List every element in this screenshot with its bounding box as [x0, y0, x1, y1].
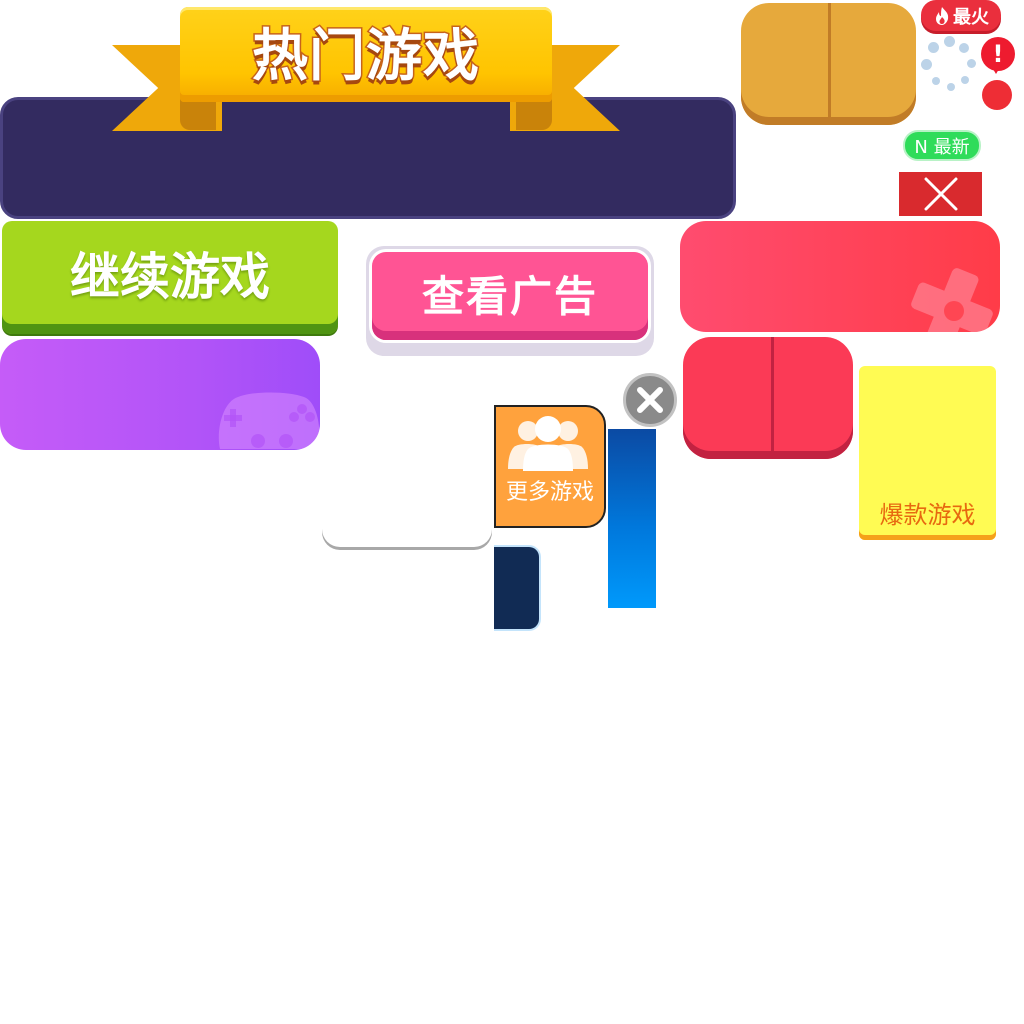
spinner-dot: [967, 59, 976, 68]
continue-game-button[interactable]: 继续游戏: [2, 221, 338, 334]
dpad-icon: [911, 268, 993, 332]
crimson-button[interactable]: [683, 337, 853, 459]
red-game-card[interactable]: [680, 221, 1000, 332]
watch-ad-button[interactable]: 查看广告: [372, 252, 648, 340]
hot-badge-label: 最火: [953, 6, 989, 28]
spinner-dot: [921, 59, 932, 70]
hit-games-card[interactable]: 爆款游戏: [859, 366, 996, 540]
close-icon: [637, 387, 663, 413]
button-seam: [771, 337, 774, 451]
close-circle-button[interactable]: [623, 373, 677, 427]
spinner-dot: [932, 77, 940, 85]
close-button[interactable]: [899, 172, 982, 216]
ribbon-fold-right: [516, 98, 552, 130]
purple-game-card[interactable]: [0, 339, 320, 450]
hot-games-panel: [0, 97, 736, 219]
continue-game-label: 继续游戏: [70, 247, 270, 306]
spinner-dot: [947, 83, 955, 91]
close-icon: [924, 177, 957, 211]
flame-icon: [936, 6, 949, 25]
hit-games-label: 爆款游戏: [879, 501, 976, 529]
loading-spinner-icon: [919, 35, 979, 95]
tan-button[interactable]: [741, 3, 916, 125]
hot-games-title: 热门游戏: [251, 23, 481, 91]
alert-mark: !: [992, 40, 1004, 68]
navy-tab[interactable]: [494, 545, 541, 631]
ribbon-fold-left: [180, 98, 216, 130]
button-seam: [828, 3, 831, 117]
more-games-label: 更多游戏: [505, 480, 594, 505]
more-games-button[interactable]: 更多游戏: [494, 405, 606, 528]
watch-ad-label: 查看广告: [421, 271, 598, 321]
spinner-dot: [928, 42, 939, 53]
spinner-dot: [961, 76, 969, 84]
blue-gradient-bar: [608, 429, 656, 608]
spinner-dot: [959, 43, 969, 53]
empty-slot: [322, 408, 492, 547]
spinner-dot: [944, 36, 955, 47]
new-badge: N 最新: [903, 130, 981, 161]
notification-dot: [982, 80, 1012, 110]
gamepad-icon: [218, 392, 320, 449]
hot-badge: 最火: [921, 0, 1001, 31]
new-badge-label: N 最新: [914, 136, 970, 158]
users-icon: [508, 416, 588, 471]
hot-games-ribbon: 热门游戏: [180, 7, 552, 102]
